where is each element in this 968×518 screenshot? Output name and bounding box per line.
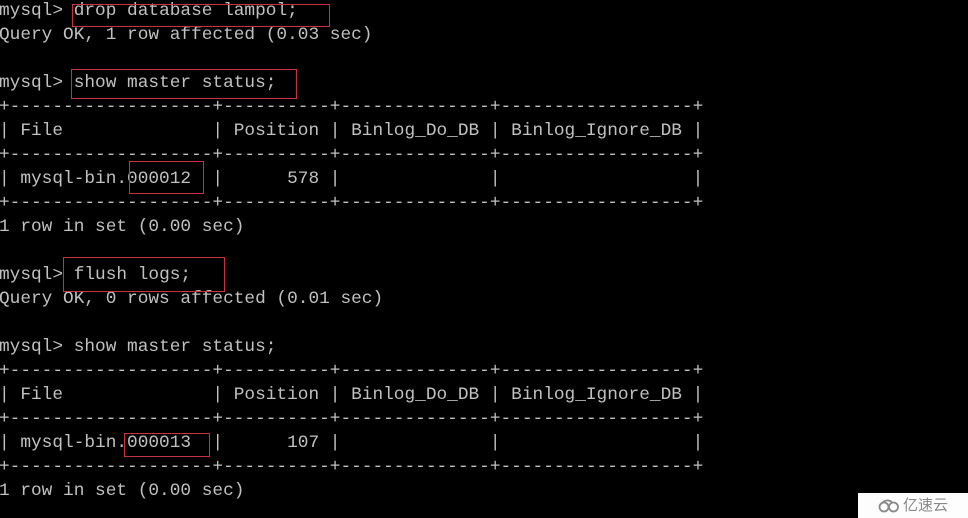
terminal-line-border: +-------------------+----------+--------…	[0, 361, 704, 381]
prompt: mysql>	[0, 1, 74, 21]
prompt: mysql>	[0, 337, 74, 357]
watermark-text: 亿速云	[902, 496, 948, 514]
highlight-drop-command	[72, 4, 330, 27]
terminal-line-border: +-------------------+----------+--------…	[0, 409, 704, 429]
terminal-line-border: +-------------------+----------+--------…	[0, 145, 704, 165]
terminal-line-command: mysql> show master status;	[0, 335, 703, 359]
highlight-binlog-000013	[124, 433, 210, 457]
terminal-line-header: | File | Position | Binlog_Do_DB | Binlo…	[0, 385, 704, 405]
command-text: show master status;	[73, 337, 277, 357]
terminal-line-output: 1 row in set (0.00 sec)	[0, 217, 245, 237]
watermark: 亿速云	[858, 493, 968, 518]
terminal-line-output: 1 row in set (0.00 sec)	[0, 481, 245, 501]
terminal-line-border: +-------------------+----------+--------…	[0, 193, 704, 213]
terminal-line-header: | File | Position | Binlog_Do_DB | Binlo…	[0, 121, 704, 141]
prompt: mysql>	[0, 73, 74, 93]
highlight-show-master-status	[71, 69, 297, 99]
terminal-line-row: | mysql-bin.000013 | 107 | | |	[0, 433, 704, 453]
terminal-line-border: +-------------------+----------+--------…	[0, 457, 704, 477]
terminal-line-row: | mysql-bin.000012 | 578 | | |	[0, 169, 704, 189]
cloud-logo-icon	[878, 499, 899, 512]
highlight-flush-logs	[63, 257, 225, 292]
highlight-binlog-000012	[129, 161, 204, 194]
